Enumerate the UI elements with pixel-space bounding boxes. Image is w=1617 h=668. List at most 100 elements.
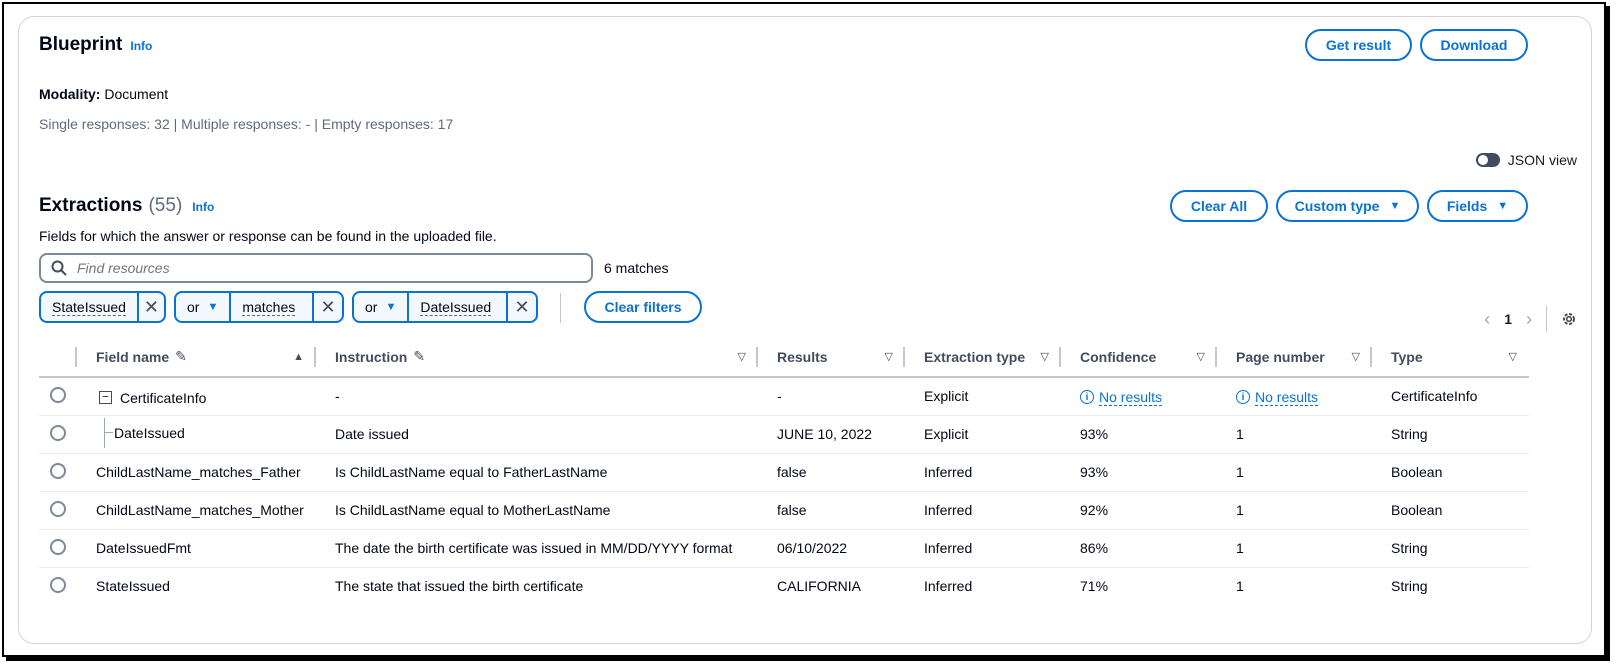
modality-line: Modality: Document: [39, 86, 168, 102]
search-box[interactable]: [39, 253, 593, 283]
custom-type-dropdown[interactable]: Custom type ▼: [1276, 190, 1419, 222]
clear-all-button[interactable]: Clear All: [1170, 190, 1268, 222]
json-view-label: JSON view: [1507, 152, 1577, 168]
pencil-icon: ✎: [413, 348, 426, 364]
blueprint-info-link[interactable]: Info: [130, 39, 152, 53]
sort-icon[interactable]: ▽: [1509, 350, 1517, 363]
clear-filters-button[interactable]: Clear filters: [584, 291, 702, 323]
row-radio[interactable]: [50, 500, 66, 517]
confidence-value: 71%: [1080, 578, 1109, 595]
fields-dropdown[interactable]: Fields ▼: [1427, 190, 1528, 222]
confidence-value: 92%: [1061, 491, 1217, 530]
caret-down-icon: ▼: [1497, 200, 1509, 212]
row-radio[interactable]: [50, 576, 66, 593]
chevron-right-icon[interactable]: ›: [1526, 309, 1532, 330]
column-header-extraction-type[interactable]: Extraction type ▽: [905, 337, 1061, 378]
confidence-value: No results: [1099, 388, 1163, 406]
modality-value: Document: [104, 86, 169, 102]
toggle-switch[interactable]: [1475, 153, 1500, 167]
no-results-popover[interactable]: i No results: [1236, 388, 1319, 406]
info-icon: i: [1236, 390, 1250, 405]
response-summary: Single responses: 32 | Multiple response…: [39, 116, 454, 132]
row-radio[interactable]: [50, 538, 66, 555]
column-header-results[interactable]: Results ▽: [758, 337, 905, 378]
extraction-type: Explicit: [905, 415, 1061, 454]
remove-filter-icon[interactable]: ✕: [508, 293, 536, 321]
download-button[interactable]: Download: [1420, 29, 1528, 61]
page-value: 1: [1217, 529, 1372, 568]
table-row[interactable]: DateIssuedFmt The date the birth certifi…: [39, 529, 1529, 568]
extractions-header: Extractions (55) Info: [39, 195, 214, 217]
result-value: JUNE 10, 2022: [758, 415, 905, 454]
sort-icon[interactable]: ▽: [1197, 350, 1205, 363]
extractions-info-link[interactable]: Info: [192, 200, 214, 214]
filter-token-label: StateIssued: [52, 298, 126, 316]
instruction: Is ChildLastName equal to FatherLastName: [316, 453, 758, 492]
extractions-title: Extractions: [39, 195, 143, 216]
filter-token-dateissued: or ▼ DateIssued ✕: [352, 291, 538, 323]
pencil-icon: ✎: [175, 348, 187, 364]
blueprint-header: Blueprint Info: [39, 34, 152, 56]
column-header-instruction[interactable]: Instruction ✎ ▽: [316, 337, 758, 378]
sort-icon[interactable]: ▽: [1041, 350, 1049, 363]
row-radio[interactable]: [50, 386, 66, 403]
row-radio[interactable]: [50, 424, 66, 441]
operator-dropdown[interactable]: or ▼: [354, 293, 410, 321]
column-header-page-number[interactable]: Page number ▽: [1217, 337, 1372, 378]
instruction: Date issued: [316, 415, 758, 454]
page-value: No results: [1255, 388, 1319, 406]
filter-divider: [560, 293, 561, 323]
extraction-type: Inferred: [905, 529, 1061, 568]
caret-down-icon: ▼: [385, 301, 397, 313]
sort-icon[interactable]: ▽: [885, 350, 893, 363]
collapse-icon[interactable]: −: [99, 391, 112, 404]
sort-ascending-icon[interactable]: ▲: [293, 351, 304, 363]
info-icon: i: [1080, 390, 1094, 405]
no-results-popover[interactable]: i No results: [1080, 388, 1163, 406]
operator-dropdown[interactable]: or ▼: [176, 293, 232, 321]
json-view-toggle[interactable]: JSON view: [1475, 152, 1577, 168]
sort-icon[interactable]: ▽: [738, 350, 746, 363]
extraction-type: Explicit: [905, 377, 1061, 416]
blueprint-card: Blueprint Info Get result Download Modal…: [18, 16, 1592, 644]
search-input[interactable]: [75, 259, 555, 277]
row-radio[interactable]: [50, 462, 66, 479]
field-name: DateIssued: [114, 424, 185, 441]
table-header-row: Field name ✎ ▲ Instruction ✎ ▽ Results ▽…: [39, 337, 1529, 378]
result-value: CALIFORNIA: [777, 578, 862, 595]
confidence-value: 93%: [1061, 415, 1217, 454]
remove-filter-icon[interactable]: ✕: [314, 293, 342, 321]
column-header-label: Extraction type: [924, 348, 1026, 365]
table-row[interactable]: − CertificateInfo - - Explicit i No result…: [39, 377, 1529, 416]
type-value: String: [1372, 529, 1529, 568]
extraction-type: Inferred: [905, 491, 1061, 530]
page-title: Blueprint: [39, 34, 123, 55]
column-header-label: Page number: [1236, 348, 1325, 365]
column-header-confidence[interactable]: Confidence ▽: [1061, 337, 1217, 378]
table-row[interactable]: DateIssued Date issued JUNE 10, 2022 Exp…: [39, 415, 1529, 454]
instruction: Is ChildLastName equal to MotherLastName: [316, 491, 758, 530]
table-row[interactable]: ChildLastName_matches_Father Is ChildLas…: [39, 453, 1529, 492]
select-column-header: [39, 337, 77, 378]
table-row[interactable]: ChildLastName_matches_Mother Is ChildLas…: [39, 491, 1529, 530]
pagination: ‹ 1 ›: [1484, 306, 1577, 332]
result-value: -: [758, 377, 905, 416]
caret-down-icon: ▼: [1389, 200, 1401, 212]
type-value: String: [1391, 578, 1428, 595]
get-result-button[interactable]: Get result: [1305, 29, 1412, 61]
field-name: DateIssuedFmt: [77, 529, 316, 568]
column-header-field-name[interactable]: Field name ✎ ▲: [77, 337, 316, 378]
column-header-label: Instruction: [335, 348, 408, 365]
table-row[interactable]: StateIssued The state that issued the bi…: [39, 567, 1529, 605]
operator-label: or: [187, 299, 200, 315]
operator-label: or: [365, 299, 378, 315]
chevron-left-icon[interactable]: ‹: [1484, 309, 1490, 330]
sort-icon[interactable]: ▽: [1352, 350, 1360, 363]
type-value: Boolean: [1372, 491, 1529, 530]
page-number[interactable]: 1: [1504, 311, 1512, 327]
settings-gear-icon[interactable]: [1561, 311, 1577, 327]
column-header-label: Results: [777, 348, 828, 365]
remove-filter-icon[interactable]: ✕: [139, 293, 164, 321]
page-value: 1: [1236, 578, 1244, 595]
column-header-type[interactable]: Type ▽: [1372, 337, 1529, 378]
